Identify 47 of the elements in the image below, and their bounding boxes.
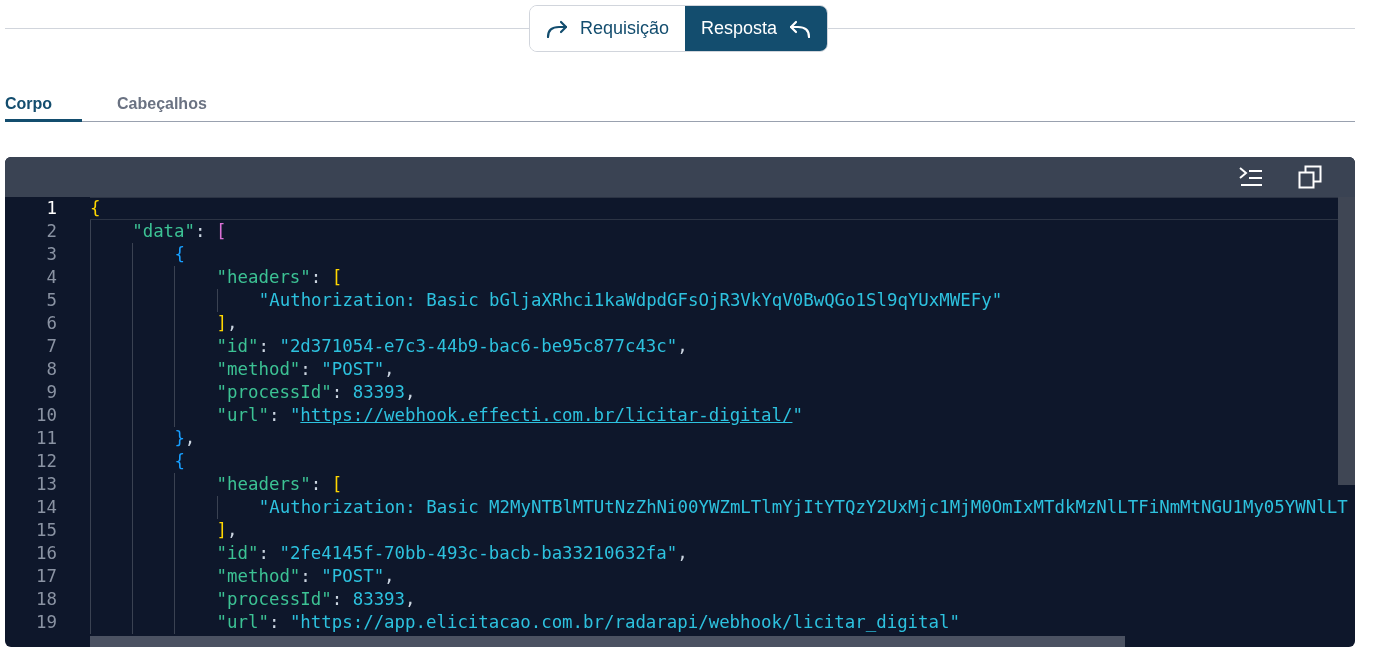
vertical-scrollbar[interactable] [1338, 197, 1355, 485]
line-number: 2 [45, 220, 57, 244]
code-line: { [90, 198, 101, 219]
horizontal-scrollbar[interactable] [90, 636, 1125, 647]
view-toggle-option[interactable]: Resposta [685, 6, 828, 51]
code-line: { [174, 243, 185, 266]
code-line: "Authorization: Basic bGljaXRhci1kaWdpdGFsOjR3VkYqV0BwQGo1Sl9qYUxMWEFy" [258, 289, 1003, 312]
line-number: 9 [45, 381, 57, 405]
code-line: "data": [ [132, 220, 227, 243]
code-line: "url": "https://webhook.effecti.com.br/licitar-digital/" [216, 404, 803, 427]
code-line: "processId": 83393, [216, 588, 416, 611]
code-line: ], [216, 519, 238, 542]
line-number: 17 [35, 565, 57, 589]
line-number: 6 [45, 312, 57, 336]
line-number: 1 [45, 197, 57, 221]
line-number: 13 [35, 473, 57, 497]
code-line: "id": "2d371054-e7c3-44b9-bac6-be95c877c43c", [216, 335, 688, 358]
code-line: "method": "POST", [216, 358, 395, 381]
redo-arrow-icon [546, 19, 568, 38]
code-line: }, [174, 427, 196, 450]
code-line: { [174, 450, 185, 473]
line-number: 12 [35, 450, 57, 474]
copy-icon[interactable] [1298, 165, 1322, 189]
code-line: "headers": [ [216, 266, 343, 289]
tab[interactable]: Corpo [5, 89, 82, 122]
line-number: 4 [45, 266, 57, 290]
line-number: 15 [35, 519, 57, 543]
code-line: "method": "POST", [216, 565, 395, 588]
format-icon[interactable] [1238, 166, 1264, 188]
line-number: 7 [45, 335, 57, 359]
code-line: ], [216, 312, 238, 335]
code-line: "headers": [ [216, 473, 343, 496]
line-number: 18 [35, 588, 57, 612]
code-line: "processId": 83393, [216, 381, 416, 404]
line-number: 14 [35, 496, 57, 520]
code-line: "Authorization: Basic M2MyNTBlMTUtNzZhNi00YWZmLTlmYjItYTQzY2UxMjc1MjM0OmIxMTdkMzNlLTFiNmMtNGU1My05YWNlLT [258, 496, 1348, 519]
line-number: 5 [45, 289, 57, 313]
tab[interactable]: Cabeçalhos [117, 89, 207, 122]
line-number: 16 [35, 542, 57, 566]
line-number: 10 [35, 404, 57, 428]
line-number: 8 [45, 358, 57, 382]
line-number: 19 [35, 611, 57, 635]
line-number: 11 [35, 427, 57, 451]
line-number: 3 [45, 243, 57, 267]
code-line: "id": "2fe4145f-70bb-493c-bacb-ba33210632fa", [216, 542, 688, 565]
reply-arrow-icon [789, 19, 812, 38]
code-line: "url": "https://app.elicitacao.com.br/radarapi/webhook/licitar_digital" [216, 611, 960, 634]
